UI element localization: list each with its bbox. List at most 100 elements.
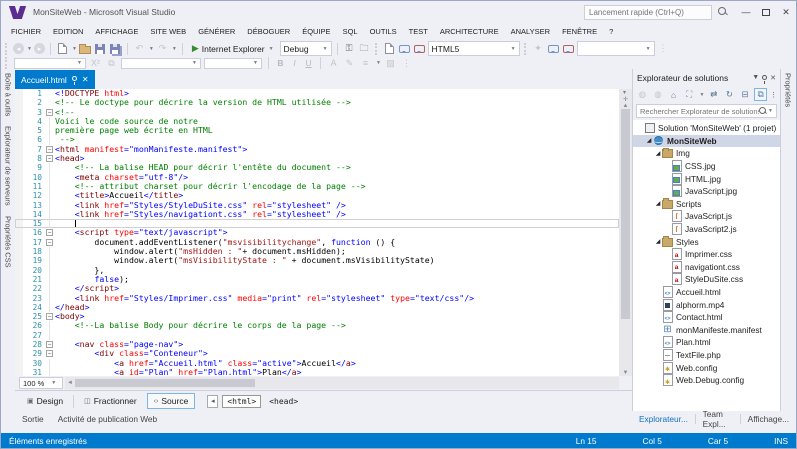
tree-item-alphorm-mp4[interactable]: alphorm.mp4	[633, 298, 780, 311]
tree-item-solution-monsiteweb-1-projet[interactable]: Solution 'MonSiteWeb' (1 projet)	[633, 122, 780, 135]
toolbar-grip[interactable]	[523, 42, 528, 55]
tab-accueil-html[interactable]: Accueil.html ✕	[15, 70, 95, 89]
menu-fichier[interactable]: FICHIER	[5, 25, 47, 38]
collapse-box-icon[interactable]: −	[46, 145, 53, 153]
home-icon[interactable]: ⌂	[667, 88, 680, 101]
close-button[interactable]: ✕	[776, 3, 796, 21]
menu-sql[interactable]: SQL	[337, 25, 364, 38]
highlight-icon[interactable]: ▨	[384, 57, 397, 70]
tree-item-textfile-php[interactable]: TextFile.php	[633, 349, 780, 362]
new-file-dropdown-icon[interactable]: ▼	[72, 46, 77, 52]
attach-process-icon[interactable]: ⚿	[343, 42, 356, 55]
scrollbar-thumb[interactable]	[74, 379, 255, 387]
tree-item-css-jpg[interactable]: CSS.jpg	[633, 160, 780, 173]
sidebar-tab-server-explorer[interactable]: Explorateur de serveurs	[4, 126, 13, 206]
save-all-icon[interactable]	[109, 42, 122, 55]
editor-vertical-scrollbar[interactable]: ▾ ✛ ▲ ▼	[619, 89, 632, 376]
tree-item-monmanifeste-manifest[interactable]: monManifeste.manifest	[633, 324, 780, 337]
splitter-handle[interactable]: ▾ ✛	[623, 89, 628, 103]
code-editor[interactable]: 1 <!DOCTYPE html> 2 <!-- Le doctype pour dé…	[15, 89, 619, 376]
breadcrumb-html-tag[interactable]: <html>	[222, 394, 262, 408]
tree-item-navigationt-css[interactable]: navigationt.css	[633, 261, 780, 274]
menu-architecture[interactable]: ARCHITECTURE	[434, 25, 505, 38]
menu-affichage[interactable]: AFFICHAGE	[89, 25, 144, 38]
pen-icon[interactable]: ✎	[343, 57, 356, 70]
sidebar-tab-properties[interactable]: Propriétés	[784, 73, 793, 411]
tree-item-contact-html[interactable]: Contact.html	[633, 311, 780, 324]
sidebar-tab-css-properties[interactable]: Propriétés CSS	[4, 216, 13, 268]
menu-[interactable]: ?	[603, 25, 619, 38]
collapse-box-icon[interactable]: −	[46, 341, 53, 349]
collapse-box-icon[interactable]: −	[46, 108, 53, 116]
target-schema-dropdown[interactable]: ▼	[576, 41, 655, 56]
close-panel-icon[interactable]: ✕	[770, 74, 776, 82]
toolbar-overflow-icon[interactable]: ⋮	[770, 91, 777, 99]
align-dropdown-icon[interactable]: ▼	[376, 60, 381, 66]
search-icon[interactable]	[759, 107, 767, 115]
quick-launch-input[interactable]	[584, 4, 712, 20]
solution-search-input[interactable]	[640, 106, 760, 116]
italic-icon[interactable]: I	[289, 58, 300, 68]
redo-dropdown-icon[interactable]: ▼	[172, 46, 177, 52]
menu-test[interactable]: TEST	[403, 25, 434, 38]
menu-outils[interactable]: OUTILS	[364, 25, 403, 38]
tree-item-styledusite-css[interactable]: StyleDuSite.css	[633, 273, 780, 286]
forward-icon[interactable]: ◍	[652, 88, 665, 101]
sidebar-tab-toolbox[interactable]: Boîte à outils	[4, 73, 13, 116]
toolbar-overflow-icon[interactable]: ⋮	[657, 42, 670, 55]
font-name-dropdown[interactable]: ▼	[121, 57, 201, 69]
panel-tab-class-view[interactable]: Affichage...	[741, 414, 796, 424]
save-icon[interactable]	[94, 42, 107, 55]
editor-zoom-dropdown[interactable]: 100 % ▼	[19, 377, 63, 389]
menu-analyser[interactable]: ANALYSER	[505, 25, 556, 38]
sync-with-active-document-icon[interactable]: ⧉	[754, 88, 768, 101]
refresh-icon[interactable]: ↻	[723, 88, 736, 101]
expander-icon[interactable]: ◢	[654, 200, 662, 207]
bold-icon[interactable]: B	[275, 58, 286, 68]
tree-item-accueil-html[interactable]: Accueil.html	[633, 286, 780, 299]
scroll-down-icon[interactable]: ▼	[623, 370, 629, 376]
tree-item-javascript2-js[interactable]: JavaScript2.js	[633, 223, 780, 236]
scroll-left-icon[interactable]: ◄	[67, 380, 73, 386]
font-size-dropdown[interactable]: ▼	[204, 57, 262, 69]
expander-icon[interactable]: ◢	[654, 150, 662, 157]
uncomment-page-icon[interactable]	[562, 42, 575, 55]
redo-icon[interactable]: ↷	[156, 42, 169, 55]
start-debug-button[interactable]: ▶ Internet Explorer ▼	[188, 42, 278, 55]
block-format-dropdown[interactable]: ▼	[14, 57, 86, 69]
expander-icon[interactable]: ◢	[654, 238, 662, 245]
menu-quipe[interactable]: ÉQUIPE	[296, 25, 336, 38]
package-icon[interactable]: 🗀	[358, 42, 371, 55]
panel-tab-solution-explorer[interactable]: Explorateur...	[632, 414, 695, 424]
panel-tab-output[interactable]: Sortie	[15, 414, 51, 424]
navigate-forward-icon[interactable]: ▸	[33, 43, 45, 54]
toolbar-grip[interactable]	[5, 42, 9, 55]
editor-horizontal-scrollbar[interactable]: ◄	[65, 377, 619, 389]
split-view-button[interactable]: ◫ Fractionner	[78, 394, 143, 408]
delete-comment-icon[interactable]	[413, 42, 426, 55]
close-tab-icon[interactable]: ✕	[82, 75, 89, 84]
toolbar-grip[interactable]	[374, 42, 379, 55]
menu-site-web[interactable]: SITE WEB	[144, 25, 192, 38]
underline-icon[interactable]: U	[303, 58, 314, 68]
tree-item-monsiteweb[interactable]: ◢ MonSiteWeb	[633, 134, 780, 148]
link-icon[interactable]: ⧉	[105, 57, 118, 70]
font-color-icon[interactable]: A	[327, 57, 340, 70]
format-selection-icon[interactable]: ✦	[532, 42, 545, 55]
navigate-back-dropdown-icon[interactable]: ▼	[27, 46, 32, 52]
toolbar-overflow-icon[interactable]: ⋮	[400, 57, 413, 70]
tag-navigator-back-icon[interactable]: ◂	[207, 394, 219, 408]
scope-dropdown-icon[interactable]: ▼	[700, 92, 705, 98]
solution-config-dropdown[interactable]: Debug ▼	[279, 41, 332, 56]
search-dropdown-icon[interactable]: ▼	[768, 108, 773, 114]
minimize-button[interactable]: —	[736, 3, 756, 21]
pin-icon[interactable]	[71, 76, 77, 85]
navigate-back-icon[interactable]: ◂	[13, 43, 24, 54]
tree-item-web-config[interactable]: Web.config	[633, 361, 780, 374]
collapse-all-icon[interactable]: ⊟	[739, 88, 752, 101]
search-icon[interactable]	[718, 7, 728, 17]
tree-item-img[interactable]: ◢ Img	[633, 147, 780, 160]
tree-item-scripts[interactable]: ◢ Scripts	[633, 198, 780, 211]
collapse-box-icon[interactable]: −	[46, 229, 53, 237]
tree-item-html-jpg[interactable]: HTML.jpg	[633, 172, 780, 185]
